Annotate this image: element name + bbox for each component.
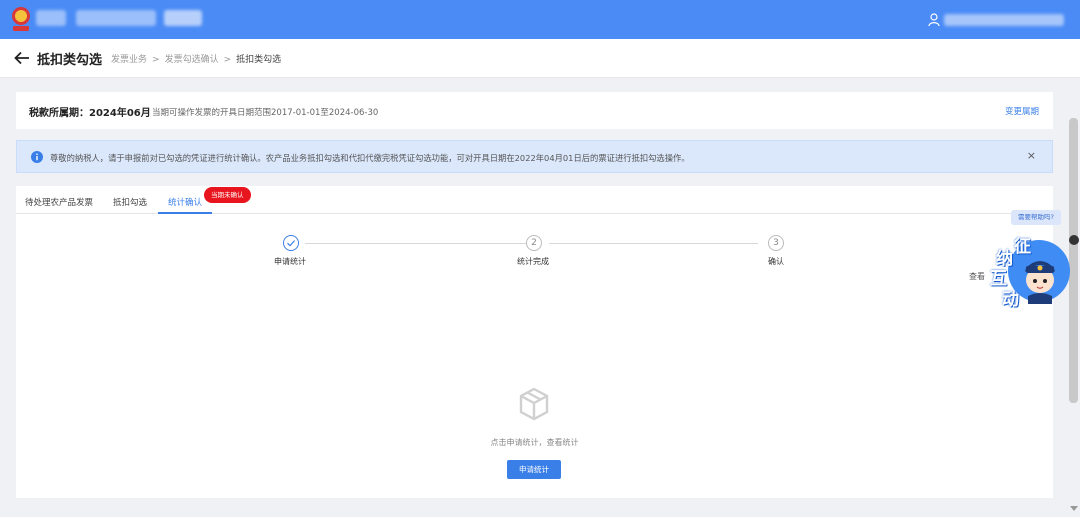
breadcrumb-separator: > bbox=[152, 55, 160, 65]
tax-emblem-icon[interactable] bbox=[10, 5, 32, 33]
step-2-label: 统计完成 bbox=[517, 257, 549, 266]
notice-banner: 尊敬的纳税人，请于申报前对已勾选的凭证进行统计确认。农产品业务抵扣勾选和代扣代缴… bbox=[16, 140, 1053, 173]
empty-box-icon bbox=[519, 387, 549, 421]
step-1-done bbox=[283, 235, 299, 251]
user-menu[interactable] bbox=[928, 12, 1066, 28]
tab-deduction-select[interactable]: 抵扣勾选 bbox=[113, 196, 147, 208]
tab-pending-agri-invoices[interactable]: 待处理农产品发票 bbox=[25, 196, 93, 208]
step-3-label: 确认 bbox=[768, 257, 784, 266]
breadcrumb-item-invoice-confirm[interactable]: 发票勾选确认 bbox=[165, 55, 219, 65]
close-icon[interactable]: × bbox=[1027, 149, 1036, 162]
help-tooltip[interactable]: 需要帮助吗? bbox=[1011, 210, 1061, 225]
view-link[interactable]: 查看 bbox=[969, 271, 985, 282]
scroll-down-arrow-icon[interactable] bbox=[1070, 506, 1078, 511]
tab-statistics-confirm[interactable]: 统计确认 bbox=[168, 196, 202, 208]
main-content-card: 待处理农产品发票 抵扣勾选 统计确认 当期未确认 2 3 申请统计 统计完成 确… bbox=[16, 186, 1053, 498]
step-2-index: 2 bbox=[526, 235, 542, 251]
change-period-link[interactable]: 变更属期 bbox=[1005, 105, 1039, 117]
info-icon bbox=[31, 151, 43, 163]
notice-text: 尊敬的纳税人，请于申报前对已勾选的凭证进行统计确认。农产品业务抵扣勾选和代扣代缴… bbox=[50, 153, 690, 163]
step-connector bbox=[305, 243, 526, 244]
empty-state-text: 点击申请统计，查看统计 bbox=[490, 438, 579, 447]
step-1-label: 申请统计 bbox=[274, 257, 306, 266]
collapse-handle-icon[interactable] bbox=[1069, 235, 1079, 245]
active-tab-indicator bbox=[158, 212, 212, 214]
breadcrumb-item-current: 抵扣类勾选 bbox=[236, 55, 282, 65]
check-icon bbox=[287, 240, 296, 247]
page-title: 抵扣类勾选 bbox=[37, 53, 103, 68]
user-name-blurred bbox=[944, 14, 1064, 26]
help-mascot-widget[interactable]: 征 纳 互 动 bbox=[988, 230, 1070, 310]
breadcrumb: 发票业务 > 发票勾选确认 > 抵扣类勾选 bbox=[111, 52, 281, 65]
page-header: 抵扣类勾选 发票业务 > 发票勾选确认 > 抵扣类勾选 bbox=[0, 39, 1080, 78]
scrollbar-thumb[interactable] bbox=[1069, 118, 1078, 403]
breadcrumb-item-invoice-business[interactable]: 发票业务 bbox=[111, 55, 147, 65]
mascot-char: 征 bbox=[1014, 237, 1031, 257]
user-icon bbox=[928, 13, 940, 26]
status-badge: 当期未确认 bbox=[204, 187, 251, 203]
apply-statistics-button[interactable]: 申请统计 bbox=[507, 460, 561, 479]
tax-period-label: 税款所属期：2024年06月 bbox=[29, 108, 151, 119]
tab-bar: 待处理农产品发票 抵扣勾选 统计确认 当期未确认 bbox=[16, 186, 1053, 214]
tax-period-range: 当期可操作发票的开具日期范围2017-01-01至2024-06-30 bbox=[152, 108, 379, 118]
step-connector bbox=[549, 243, 758, 244]
back-arrow-icon[interactable] bbox=[14, 51, 30, 65]
tax-period-card: 税款所属期：2024年06月 当期可操作发票的开具日期范围2017-01-01至… bbox=[16, 92, 1053, 129]
top-bar bbox=[0, 0, 1080, 39]
breadcrumb-separator: > bbox=[223, 55, 232, 65]
step-3-index: 3 bbox=[768, 235, 784, 251]
mascot-char: 动 bbox=[1002, 290, 1019, 310]
